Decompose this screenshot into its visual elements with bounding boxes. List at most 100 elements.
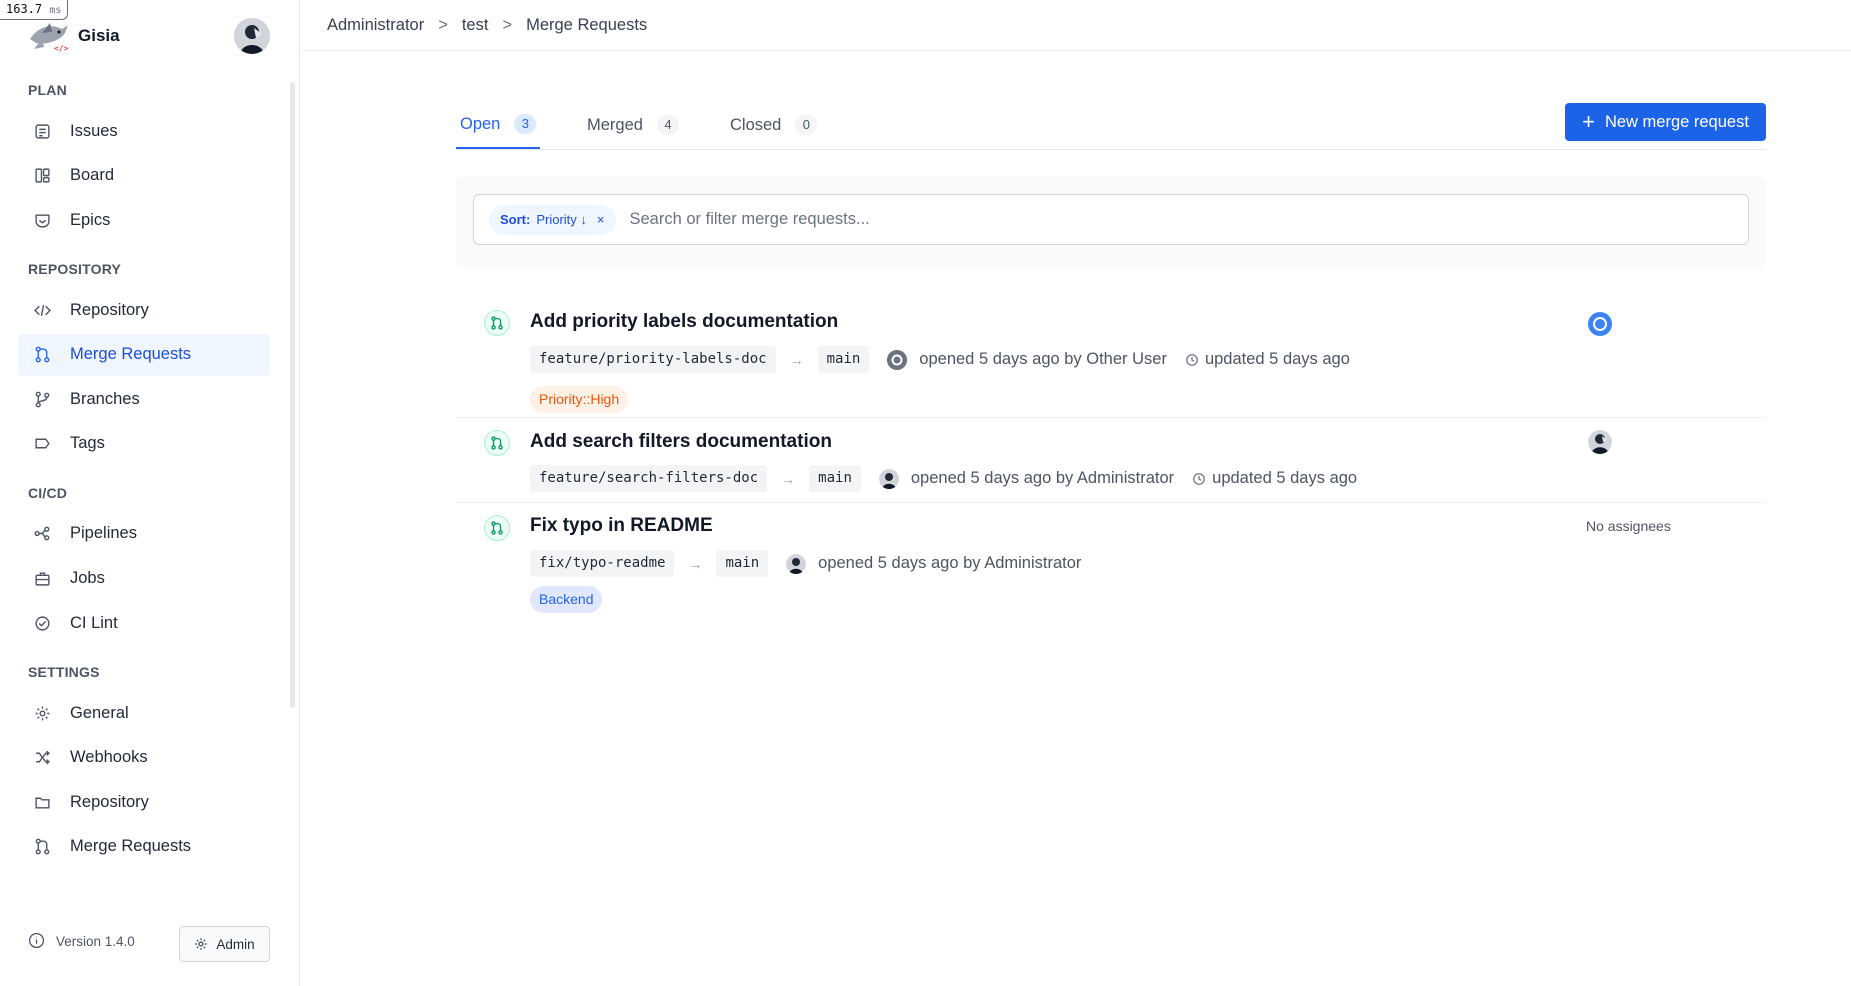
priority-label[interactable]: Priority::High — [530, 386, 629, 413]
source-branch[interactable]: feature/priority-labels-doc — [530, 346, 776, 373]
tab-label: Closed — [730, 115, 782, 134]
merge-request-icon — [484, 310, 510, 336]
render-timing-unit: ms — [49, 5, 62, 16]
sidebar-item-label: Repository — [70, 792, 149, 811]
opened-text: opened 5 days ago by Other User — [919, 350, 1167, 368]
list-item[interactable]: Add priority labels documentation featur… — [456, 291, 1766, 418]
sidebar-item-board[interactable]: Board — [18, 155, 270, 197]
sort-chip[interactable]: Sort: Priority ↓ × — [489, 204, 616, 235]
assignee-avatar[interactable] — [1588, 430, 1612, 454]
sidebar-item-label: Board — [70, 166, 115, 185]
target-branch[interactable]: main — [817, 346, 870, 373]
arrow-right-icon: → — [688, 555, 703, 572]
author-avatar — [786, 553, 807, 574]
tab-merged[interactable]: Merged 4 — [583, 101, 683, 149]
no-assignees-text: No assignees — [1586, 518, 1671, 534]
mr-title[interactable]: Add search filters documentation — [530, 431, 832, 453]
code-icon — [32, 300, 52, 320]
mr-title[interactable]: Add priority labels documentation — [530, 311, 838, 333]
sidebar-item-label: Jobs — [70, 569, 105, 588]
opened-text: opened 5 days ago by Administrator — [910, 469, 1175, 487]
close-icon[interactable]: × — [597, 212, 605, 227]
search-input[interactable] — [629, 210, 1530, 229]
breadcrumb-item-merge-requests[interactable]: Merge Requests — [526, 16, 647, 35]
tab-label: Merged — [587, 115, 643, 134]
sidebar-scrollbar[interactable] — [290, 72, 296, 892]
sort-chip-key: Sort: — [500, 212, 531, 227]
sidebar-item-pipelines[interactable]: Pipelines — [18, 513, 270, 555]
list-item[interactable]: Add search filters documentation feature… — [456, 418, 1766, 503]
check-circle-icon — [32, 613, 52, 633]
filter-bar: Sort: Priority ↓ × — [456, 177, 1766, 267]
sidebar-item-issues[interactable]: Issues — [18, 110, 270, 152]
section-title-plan: PLAN — [28, 82, 67, 98]
new-merge-request-button[interactable]: + New merge request — [1565, 103, 1766, 141]
gisia-logo-icon: </> — [28, 19, 72, 53]
sidebar-scrollbar-thumb[interactable] — [290, 82, 295, 708]
sidebar-item-label: Repository — [70, 300, 149, 319]
sidebar-item-label: Webhooks — [70, 748, 148, 767]
sidebar-nav: PLAN Issues Board Epics REPOSITORY Repos… — [18, 72, 270, 912]
sidebar-item-epics[interactable]: Epics — [18, 199, 270, 241]
section-title-cicd: CI/CD — [28, 484, 68, 501]
render-timing-value: 163.7 — [6, 2, 43, 16]
backend-label[interactable]: Backend — [530, 586, 603, 613]
pipeline-icon — [32, 524, 52, 544]
tab-open[interactable]: Open 3 — [456, 101, 541, 149]
sidebar-item-jobs[interactable]: Jobs — [18, 558, 270, 600]
section-title-repository: REPOSITORY — [28, 261, 122, 278]
sidebar-item-label: Tags — [70, 434, 105, 453]
sidebar-item-webhooks[interactable]: Webhooks — [18, 737, 270, 779]
arrow-right-icon: → — [789, 351, 804, 368]
webhook-icon — [32, 748, 52, 768]
tab-count: 3 — [514, 114, 537, 134]
mr-meta: feature/search-filters-doc → main opened… — [530, 465, 1357, 492]
target-branch[interactable]: main — [809, 465, 861, 492]
sidebar-item-tags[interactable]: Tags — [18, 423, 270, 465]
author-avatar — [887, 349, 908, 370]
source-branch[interactable]: feature/search-filters-doc — [530, 465, 768, 492]
tab-closed[interactable]: Closed 0 — [726, 101, 821, 149]
brand[interactable]: </> Gisia — [28, 18, 120, 54]
updated-text: updated 5 days ago — [1204, 350, 1350, 368]
epics-icon — [32, 210, 52, 230]
arrow-right-icon: → — [781, 470, 796, 487]
breadcrumb-item-test[interactable]: test — [462, 16, 489, 35]
author-avatar — [878, 468, 899, 489]
sidebar-item-general[interactable]: General — [18, 692, 270, 734]
admin-button[interactable]: Admin — [179, 926, 270, 962]
merge-request-icon — [484, 430, 510, 456]
breadcrumb: Administrator > test > Merge Requests — [301, 0, 1851, 51]
version-info: Version 1.4.0 — [28, 932, 135, 950]
breadcrumb-item-administrator[interactable]: Administrator — [327, 16, 424, 35]
clock-icon — [1185, 353, 1199, 367]
sidebar-item-branches[interactable]: Branches — [18, 378, 270, 420]
gear-icon — [194, 937, 208, 951]
sidebar-item-repository[interactable]: Repository — [18, 289, 270, 331]
tab-count: 0 — [795, 115, 818, 135]
sidebar-item-merge-requests[interactable]: Merge Requests — [18, 333, 270, 376]
source-branch[interactable]: fix/typo-readme — [530, 550, 675, 577]
sidebar-item-label: CI Lint — [70, 613, 118, 632]
user-avatar[interactable] — [234, 18, 270, 54]
version-text: Version 1.4.0 — [56, 933, 135, 949]
sidebar: </> Gisia PLAN Issues Board Epics REPOSI — [0, 0, 300, 986]
tab-count: 4 — [656, 115, 679, 135]
tag-icon — [32, 434, 52, 454]
sidebar-item-settings-repository[interactable]: Repository — [18, 781, 270, 823]
target-branch[interactable]: main — [716, 550, 769, 577]
sidebar-item-ci-lint[interactable]: CI Lint — [18, 602, 270, 644]
list-item[interactable]: Fix typo in README fix/typo-readme → mai… — [456, 503, 1766, 623]
mr-title[interactable]: Fix typo in README — [530, 515, 713, 537]
updated-text: updated 5 days ago — [1212, 469, 1358, 487]
filter-box[interactable]: Sort: Priority ↓ × — [473, 194, 1749, 245]
plus-icon: + — [1582, 109, 1595, 134]
sidebar-item-label: Issues — [70, 121, 118, 140]
merge-request-list: Add priority labels documentation featur… — [456, 291, 1766, 623]
assignee-avatar[interactable]: O — [1588, 312, 1612, 336]
sidebar-item-settings-merge-requests[interactable]: Merge Requests — [18, 826, 270, 868]
info-icon — [28, 932, 46, 950]
section-title-settings: SETTINGS — [28, 664, 100, 681]
sidebar-item-label: Branches — [70, 389, 140, 408]
merge-request-icon — [32, 837, 52, 857]
